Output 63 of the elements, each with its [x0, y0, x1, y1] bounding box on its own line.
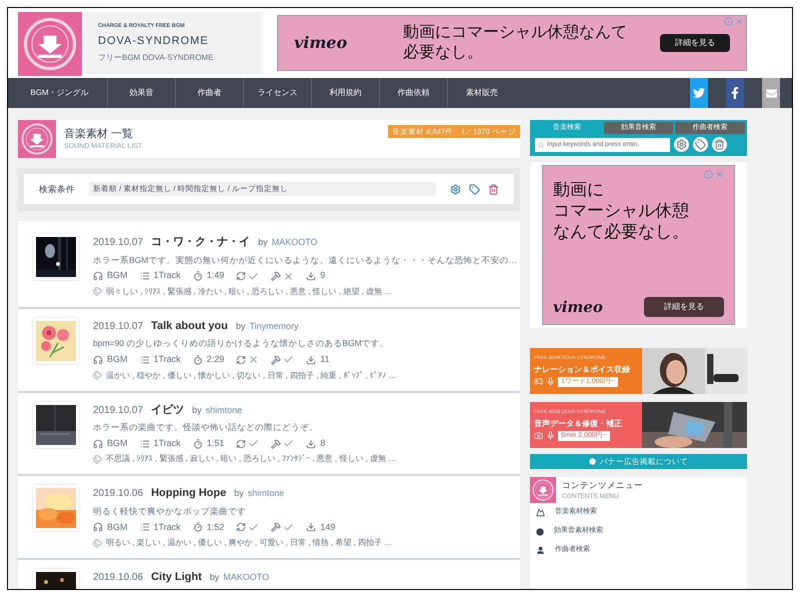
conditions-label: 検索条件	[39, 182, 75, 196]
download-count: 8	[320, 436, 326, 450]
by-label: by	[234, 487, 244, 500]
tag-list: 温かい , 穏やか , 優しい , 懐かしい , 切ない , 日常 , 四拍子 , 純重 , ﾎﾟｯﾌﾟ , ﾋﾟｱﾉ …	[106, 370, 396, 382]
track-date: 2019.10.07	[93, 320, 144, 334]
nav-item[interactable]: 利用規約	[312, 78, 380, 108]
ad-headline: なんて必要なし。	[553, 221, 690, 242]
by-label: by	[236, 320, 246, 333]
by-label: by	[258, 236, 268, 249]
nav-item[interactable]: 作曲依頼	[380, 78, 448, 108]
track-title[interactable]: イビツ	[151, 402, 184, 418]
duration: 1:51	[206, 436, 224, 450]
track-count: 1Track	[154, 269, 181, 282]
menu-title: コンテンツメニュー	[562, 478, 643, 492]
track-title[interactable]: City Light	[151, 569, 202, 586]
download-count: 149	[320, 520, 336, 534]
track-date: 2019.10.07	[93, 404, 144, 418]
track-count: 1Track	[154, 353, 181, 366]
track-date: 2019.10.06	[93, 571, 144, 585]
by-label: by	[192, 404, 202, 417]
track-description: bpm=90 の少しゆっくりめの語りかけるような懐かしさのあるBGMです。	[93, 337, 390, 350]
banner-title: ナレーション＆ボイス収録	[534, 364, 631, 376]
nav-item[interactable]: ライセンス	[244, 78, 312, 108]
ad-headline: コマーシャル休憩	[553, 200, 690, 221]
ad-brand: vimeo	[553, 296, 603, 318]
track-count: 1Track	[154, 436, 181, 450]
track-description: ホラー系の楽曲です。怪談や怖い話などの際にどうぞ。	[93, 421, 319, 434]
ad-headline: 動画に	[553, 179, 605, 200]
site-subtitle: フリーBGM DOVA-SYNDROME	[98, 52, 214, 64]
banner-title: 音声データ＆修復・補正	[534, 418, 623, 430]
ad-detail-button[interactable]: 詳細を見る	[660, 34, 730, 52]
by-label: by	[210, 571, 220, 584]
nav-item[interactable]: 素材販売	[448, 78, 516, 108]
nav-item[interactable]: BGM・ジングル	[12, 78, 108, 108]
genre-label: BGM	[107, 436, 128, 450]
track-title[interactable]: コ・ワ・ク・ナ・イ	[151, 234, 250, 250]
track-title[interactable]: Talk about you	[151, 318, 228, 334]
genre-label: BGM	[107, 520, 128, 534]
track-title[interactable]: Hopping Hope	[151, 485, 226, 502]
ad-headline: 必要なし。	[403, 43, 484, 63]
nav-item[interactable]: 効果音	[108, 78, 176, 108]
download-count: 9	[320, 269, 326, 282]
nav-item[interactable]: 作曲者	[176, 78, 244, 108]
download-count: 11	[320, 353, 330, 366]
genre-label: BGM	[107, 269, 128, 282]
list-title: 音楽素材 一覧	[64, 126, 134, 142]
track-date: 2019.10.07	[93, 236, 144, 250]
tag-list: 不思議 , ｼﾘｱｽ , 緊張感 , 寂しい , 暗い , 恐ろしい , ﾌｧﾝﾀｼﾞｰ , 悪意 , 怪しい , 虚無 …	[106, 453, 396, 466]
track-description: 明るく軽快で爽やかなポップ楽曲です	[93, 504, 247, 518]
ad-detail-button[interactable]: 詳細を見る	[644, 296, 724, 317]
ad-headline: 動画にコマーシャル休憩なんて	[403, 23, 627, 43]
track-count: 1Track	[154, 520, 181, 534]
duration: 1:52	[206, 520, 224, 534]
ad-banner[interactable]: 動画に コマーシャル休憩 なんて必要なし。 vimeo 詳細を見る	[542, 165, 735, 325]
tag-list: 弱々しい , ｼﾘｱｽ , 緊張感 , 冷たい , 暗い , 恐ろしい , 悪意 , 怪しい , 絶望 , 虚無 …	[106, 286, 392, 298]
duration: 1:49	[206, 269, 224, 282]
tag-list: 明るい , 楽しい , 温かい , 優しい , 爽やか , 可愛い , 日常 , 情熱 , 希望 , 四拍子 …	[106, 537, 392, 549]
ad-banner[interactable]: vimeo 動画にコマーシャル休憩なんて 必要なし。 詳細を見る	[277, 15, 747, 71]
genre-label: BGM	[107, 353, 128, 366]
site-name: DOVA-SYNDROME	[98, 34, 210, 49]
track-date: 2019.10.06	[93, 487, 144, 502]
ad-brand: vimeo	[294, 32, 348, 54]
duration: 2:29	[206, 353, 224, 366]
